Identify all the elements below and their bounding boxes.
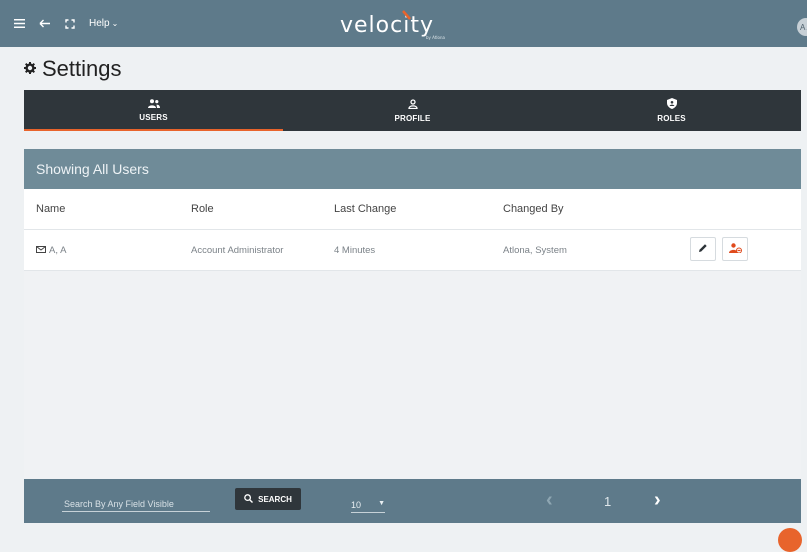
users-icon: [147, 99, 160, 111]
fullscreen-icon[interactable]: [65, 18, 75, 29]
page-title-text: Settings: [42, 56, 122, 81]
remove-user-button[interactable]: [722, 237, 748, 261]
user-last-change: 4 Minutes: [334, 244, 376, 256]
remove-user-icon: [728, 242, 742, 256]
avatar-initials: A A: [799, 22, 807, 32]
user-name-cell: A, A: [36, 230, 66, 270]
mail-icon: [36, 245, 46, 256]
column-header-changed-by[interactable]: Changed By: [503, 189, 564, 229]
tab-roles-label: ROLES: [657, 114, 686, 123]
help-label: Help: [89, 18, 110, 29]
pencil-icon: [698, 243, 708, 256]
user-role: Account Administrator: [191, 244, 284, 256]
help-menu[interactable]: Help ⌄: [89, 18, 118, 29]
tab-profile-label: PROFILE: [394, 113, 431, 123]
tab-users-label: USERS: [139, 113, 168, 122]
shield-icon: [666, 98, 677, 112]
top-bar-left: Help ⌄: [14, 0, 118, 47]
table-header: Name Role Last Change Changed By: [24, 189, 801, 230]
chevron-left-icon[interactable]: ‹: [546, 490, 553, 510]
arrow-left-icon[interactable]: [39, 19, 51, 28]
avatar[interactable]: A A: [797, 18, 807, 36]
hamburger-icon[interactable]: [14, 19, 25, 28]
tab-users[interactable]: USERS: [24, 90, 283, 131]
table-row[interactable]: A, A Account Administrator 4 Minutes Atl…: [24, 230, 801, 271]
chevron-right-icon[interactable]: ›: [654, 490, 661, 510]
top-bar: Help⌄ velocity by Atlona A A: [0, 0, 807, 47]
search-button-label: SEARCH: [258, 494, 292, 504]
page-size-value: 10: [351, 500, 362, 510]
search-input[interactable]: [62, 497, 210, 512]
column-header-name[interactable]: Name: [36, 189, 65, 229]
panel-header-text: Showing All Users: [36, 161, 149, 177]
svg-text:by Atlona: by Atlona: [426, 35, 446, 40]
svg-text:velocity: velocity: [340, 13, 434, 38]
tab-profile[interactable]: PROFILE: [283, 90, 542, 131]
edit-user-button[interactable]: [690, 237, 716, 261]
page-size-select[interactable]: 10 ▼: [351, 500, 385, 513]
column-header-last-change[interactable]: Last Change: [334, 189, 396, 229]
velocity-logo: velocity by Atlona: [330, 8, 480, 42]
page-title: Settings: [24, 56, 122, 82]
users-panel: Showing All Users Name Role Last Change …: [24, 149, 801, 523]
user-changed-by: Atlona, System: [503, 244, 567, 256]
profile-icon: [407, 98, 418, 112]
search-icon: [244, 493, 254, 505]
row-actions: [690, 237, 748, 261]
column-header-role[interactable]: Role: [191, 189, 214, 229]
search-button[interactable]: SEARCH: [235, 488, 301, 510]
user-name: A, A: [49, 244, 67, 256]
page-number: 1: [604, 494, 612, 509]
tab-roles[interactable]: ROLES: [542, 90, 801, 131]
gear-icon: [24, 61, 36, 77]
table-footer: SEARCH 10 ▼ ‹ 1 ›: [24, 479, 801, 523]
panel-header: Showing All Users: [24, 149, 801, 189]
chevron-down-icon: ⌄: [111, 19, 119, 28]
caret-down-icon: ▼: [378, 500, 385, 507]
floating-action-button[interactable]: [778, 528, 802, 552]
settings-tabs: USERS PROFILE ROLES: [24, 90, 801, 131]
